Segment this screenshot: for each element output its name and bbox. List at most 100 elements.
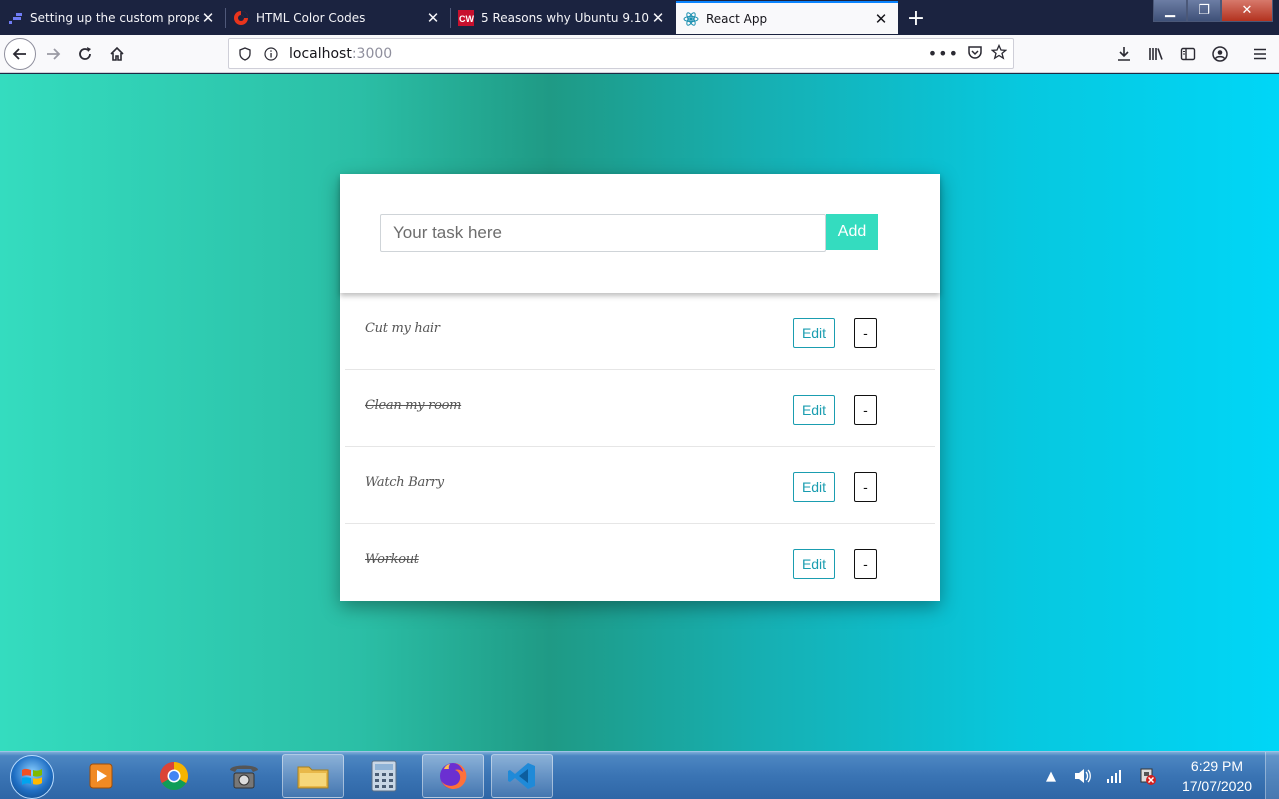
edit-button[interactable]: Edit — [793, 472, 835, 502]
color-wheel-icon — [233, 10, 249, 26]
info-icon[interactable] — [261, 46, 281, 61]
system-tray: ▲ 6:29 PM 17/07/2020 — [1035, 752, 1279, 799]
close-tab-icon[interactable]: ✕ — [424, 9, 442, 27]
browser-tab-strip: Setting up the custom properti ✕ HTML Co… — [0, 0, 1279, 35]
bookmark-star-icon[interactable] — [990, 43, 1008, 64]
media-player-icon — [89, 763, 113, 789]
close-window-button[interactable]: ✕ — [1221, 0, 1273, 22]
reload-button[interactable] — [70, 39, 100, 69]
taskbar-calculator[interactable] — [353, 754, 415, 798]
tab-ubuntu-article[interactable]: CW 5 Reasons why Ubuntu 9.10 is b ✕ — [451, 2, 675, 33]
delete-button[interactable]: - — [854, 549, 877, 579]
home-icon — [110, 46, 124, 61]
minimize-button[interactable]: ▁ — [1153, 0, 1187, 22]
network-error-icon[interactable] — [1136, 765, 1158, 787]
close-icon: ✕ — [1241, 3, 1253, 18]
url-port: :3000 — [351, 45, 393, 62]
react-logo-icon — [683, 11, 699, 27]
home-button[interactable] — [102, 39, 132, 69]
page-actions-icon[interactable]: ••• — [928, 44, 959, 63]
task-text-completed[interactable]: Clean my room — [365, 398, 461, 413]
edit-button[interactable]: Edit — [793, 395, 835, 425]
calculator-icon — [371, 760, 397, 792]
chrome-icon — [160, 762, 188, 790]
reload-icon — [79, 47, 91, 60]
tab-react-app[interactable]: React App ✕ — [676, 1, 898, 34]
taskbar-vscode[interactable] — [491, 754, 553, 798]
delete-button[interactable]: - — [854, 318, 877, 348]
task-text-completed[interactable]: Workout — [365, 552, 419, 567]
close-tab-icon[interactable]: ✕ — [649, 9, 667, 27]
windows-logo-icon — [22, 768, 42, 785]
close-tab-icon[interactable]: ✕ — [199, 9, 217, 27]
url-host: localhost — [289, 45, 352, 62]
minimize-icon: ▁ — [1165, 3, 1175, 18]
delete-button[interactable]: - — [854, 472, 877, 502]
task-form: Add — [340, 174, 940, 293]
task-row: Cut my hair Edit - — [345, 293, 935, 370]
firefox-icon — [440, 762, 467, 789]
start-button[interactable] — [10, 755, 54, 799]
show-hidden-icons-arrow-icon[interactable]: ▲ — [1040, 765, 1062, 787]
task-row: Clean my room Edit - — [345, 370, 935, 447]
back-button[interactable] — [4, 38, 36, 70]
forward-button[interactable] — [38, 39, 68, 69]
task-row: Watch Barry Edit - — [345, 447, 935, 524]
tab-setting-up-custom-properties[interactable]: Setting up the custom properti ✕ — [0, 2, 225, 33]
task-text[interactable]: Watch Barry — [365, 475, 444, 490]
windows-taskbar: ▲ 6:29 PM 17/07/2020 — [0, 751, 1279, 799]
account-icon — [1212, 46, 1228, 62]
window-controls: ▁ ❐ ✕ — [1153, 0, 1273, 22]
sidebar-icon — [1180, 47, 1196, 61]
tab-title: Setting up the custom properti — [30, 10, 199, 25]
vscode-icon — [508, 763, 535, 789]
system-clock[interactable]: 6:29 PM 17/07/2020 — [1169, 756, 1265, 796]
telephone-icon — [230, 765, 258, 789]
signal-strength-icon[interactable] — [1104, 765, 1126, 787]
taskbar-media-player[interactable] — [70, 754, 132, 798]
edit-button[interactable]: Edit — [793, 549, 835, 579]
svg-text:CW: CW — [459, 14, 474, 24]
folder-icon — [297, 766, 329, 789]
taskbar-firefox[interactable] — [422, 754, 484, 798]
new-tab-button[interactable]: + — [903, 5, 929, 31]
account-button[interactable] — [1205, 39, 1235, 69]
taskbar-file-explorer[interactable] — [282, 754, 344, 798]
tab-title: React App — [706, 11, 768, 26]
navigation-toolbar: localhost:3000 ••• — [0, 35, 1279, 73]
task-list: Cut my hair Edit - Clean my room Edit - … — [340, 293, 940, 601]
back-arrow-icon — [12, 48, 26, 60]
taskbar-chrome[interactable] — [143, 754, 205, 798]
todo-card: Add Cut my hair Edit - Clean my room Edi… — [340, 174, 940, 601]
shield-icon[interactable] — [235, 46, 255, 61]
volume-icon[interactable] — [1072, 765, 1094, 787]
page-viewport: Add Cut my hair Edit - Clean my room Edi… — [0, 74, 1279, 751]
menu-button[interactable] — [1245, 39, 1275, 69]
clock-time: 6:29 PM — [1190, 758, 1244, 774]
restore-button[interactable]: ❐ — [1187, 0, 1221, 22]
pocket-icon[interactable] — [967, 44, 983, 64]
library-button[interactable] — [1141, 39, 1171, 69]
delete-button[interactable]: - — [854, 395, 877, 425]
download-icon — [1118, 47, 1130, 61]
task-row: Workout Edit - — [345, 524, 935, 601]
bars-logo-icon — [7, 10, 23, 26]
show-desktop-button[interactable] — [1265, 752, 1279, 799]
task-text[interactable]: Cut my hair — [365, 321, 440, 336]
close-tab-icon[interactable]: ✕ — [872, 10, 890, 28]
tab-title: 5 Reasons why Ubuntu 9.10 is b — [481, 10, 649, 25]
forward-arrow-icon — [47, 48, 61, 60]
sidebar-button[interactable] — [1173, 39, 1203, 69]
taskbar-phone-dialer[interactable] — [213, 754, 275, 798]
add-button[interactable]: Add — [826, 214, 878, 250]
downloads-button[interactable] — [1109, 39, 1139, 69]
hamburger-menu-icon — [1254, 48, 1266, 60]
cw-logo-icon: CW — [458, 9, 474, 26]
task-input[interactable] — [380, 214, 826, 252]
tab-html-color-codes[interactable]: HTML Color Codes ✕ — [226, 2, 450, 33]
tab-title: HTML Color Codes — [256, 10, 366, 25]
clock-date: 17/07/2020 — [1181, 778, 1253, 794]
edit-button[interactable]: Edit — [793, 318, 835, 348]
url-text[interactable]: localhost:3000 — [289, 46, 928, 62]
address-bar[interactable]: localhost:3000 ••• — [228, 38, 1014, 69]
